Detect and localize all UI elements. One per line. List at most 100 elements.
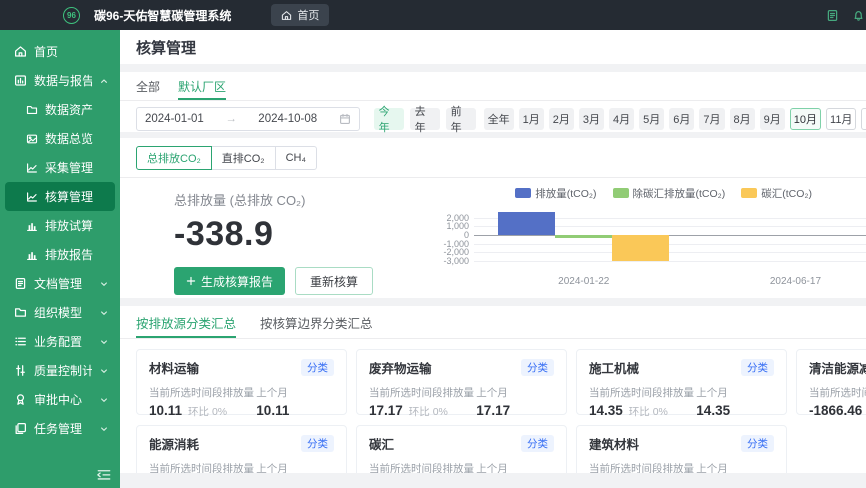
folder-icon	[14, 306, 27, 319]
chart-bar-series-2	[612, 235, 669, 261]
lineChart-icon	[26, 191, 38, 203]
summary-card: 施工机械分类当前所选时间段排放量14.35环比 0%上个月14.35	[576, 349, 787, 415]
mom-value: 0%	[653, 406, 668, 418]
legend-item-0[interactable]: 排放量(tCO₂)	[515, 186, 596, 201]
emission-chart: 排放量(tCO₂)除碳汇排放量(tCO₂)碳汇(tCO₂) 2,0001,000…	[434, 178, 866, 298]
sidebar-item-org-model[interactable]: 组织模型	[5, 298, 115, 327]
mom-prefix: 环比	[188, 406, 209, 418]
filter-row: 2024-01-01 → 2024-10-08 今年去年前年 全年1月2月3月4…	[120, 101, 866, 132]
sidebar-item-emission-report[interactable]: 排放报告	[5, 240, 115, 269]
last-month-metric: 上个月526.22	[696, 461, 774, 473]
page-title: 核算管理	[120, 30, 866, 64]
header-nav-home-tab[interactable]: 首页	[271, 4, 329, 26]
current-period-label: 当前所选时间段排放量	[149, 385, 256, 400]
month-button-6[interactable]: 6月	[669, 108, 694, 130]
month-button-5[interactable]: 5月	[639, 108, 664, 130]
sidebar-item-business-config[interactable]: 业务配置	[5, 327, 115, 356]
legend-item-1[interactable]: 除碳汇排放量(tCO₂)	[613, 186, 726, 201]
date-start-value: 2024-01-01	[145, 113, 204, 125]
sidebar-item-label: 质量控制计划	[34, 362, 92, 379]
month-button-11[interactable]: 11月	[826, 108, 856, 130]
chevron-up-icon	[99, 76, 109, 86]
top-header: 96 碳96-天佑智慧碳管理系统 首页	[0, 0, 866, 30]
chevron-down-icon	[99, 424, 109, 434]
sidebar-item-task-mgmt[interactable]: 任务管理	[5, 414, 115, 443]
category-badge: 分类	[741, 435, 774, 452]
summary-card: 材料运输分类当前所选时间段排放量10.11环比 0%上个月10.11	[136, 349, 347, 415]
summary-card-metrics: 当前所选时间段排放量10.11环比 0%上个月10.11	[149, 385, 334, 419]
legend-label: 碳汇(tCO₂)	[761, 186, 812, 201]
sidebar-item-data-overview[interactable]: 数据总览	[5, 124, 115, 153]
sidebar-item-label: 文档管理	[34, 275, 82, 292]
category-badge: 分类	[301, 359, 334, 376]
month-button-8[interactable]: 8月	[730, 108, 755, 130]
emission-tab-direct-co2[interactable]: 直排CO₂	[211, 146, 276, 170]
summary-card-header: 施工机械分类	[589, 358, 774, 377]
sidebar-item-data-assets[interactable]: 数据资产	[5, 95, 115, 124]
current-period-label: 当前所选时间段排放量	[149, 461, 256, 473]
current-period-metric: 当前所选时间段排放量-1866.46环比 0%	[809, 385, 866, 419]
accounting-panel: 总排放CO₂直排CO₂CH₄ 总排放量 (总排放 CO₂) -338.9 生成核…	[120, 138, 866, 298]
sidebar-item-label: 首页	[34, 43, 58, 60]
month-button-7[interactable]: 7月	[699, 108, 724, 130]
recalculate-button[interactable]: 重新核算	[295, 267, 373, 295]
overview-icon	[26, 133, 38, 145]
month-button-all[interactable]: 全年	[484, 108, 514, 130]
summary-card-title: 碳汇	[369, 434, 394, 453]
chevron-down-icon	[99, 279, 109, 289]
scope-tab-default-plant[interactable]: 默认厂区	[178, 72, 226, 100]
sidebar-item-doc-mgmt[interactable]: 文档管理	[5, 269, 115, 298]
month-button-12[interactable]: 12月	[861, 108, 866, 130]
summary-card-title: 建筑材料	[589, 434, 639, 453]
emission-tab-ch4[interactable]: CH₄	[275, 146, 317, 170]
summary-card-title: 施工机械	[589, 358, 639, 377]
legend-item-2[interactable]: 碳汇(tCO₂)	[741, 186, 812, 201]
gridline	[474, 261, 866, 262]
month-button-3[interactable]: 3月	[579, 108, 604, 130]
mom-change: 环比 0%	[629, 404, 668, 419]
current-period-metric: 当前所选时间段排放量-1144.61环比 0%	[369, 461, 476, 473]
sidebar-item-label: 核算管理	[45, 188, 93, 205]
period-button-last-year[interactable]: 去年	[410, 108, 440, 130]
category-badge: 分类	[301, 435, 334, 452]
period-button-this-year[interactable]: 今年	[374, 108, 404, 130]
current-period-value-row: 10.11环比 0%	[149, 403, 256, 419]
summary-card-title: 材料运输	[149, 358, 199, 377]
app-title: 碳96-天佑智慧碳管理系统	[94, 7, 231, 24]
bell-icon[interactable]	[852, 9, 865, 22]
emission-tab-total-co2[interactable]: 总排放CO₂	[136, 146, 212, 170]
sidebar-item-collection-mgmt[interactable]: 采集管理	[5, 153, 115, 182]
summary-card-metrics: 当前所选时间段排放量526.22环比 0%上个月526.22	[589, 461, 774, 473]
generate-report-button[interactable]: 生成核算报告	[174, 267, 285, 295]
month-button-2[interactable]: 2月	[549, 108, 574, 130]
summary-tab-by-source[interactable]: 按排放源分类汇总	[136, 306, 236, 338]
summary-card: 清洁能源减排分类当前所选时间段排放量-1866.46环比 0%上个月	[796, 349, 866, 415]
category-badge: 分类	[521, 359, 554, 376]
summary-card-header: 能源消耗分类	[149, 434, 334, 453]
summary-card-metrics: 当前所选时间段排放量17.17环比 0%上个月17.17	[369, 385, 554, 419]
current-period-value-row: 17.17环比 0%	[369, 403, 476, 419]
month-button-10[interactable]: 10月	[790, 108, 821, 130]
sidebar-item-emission-trial[interactable]: 排放试算	[5, 211, 115, 240]
summary-tab-by-boundary[interactable]: 按核算边界分类汇总	[260, 306, 373, 338]
sidebar-item-data-and-reports[interactable]: 数据与报告	[5, 66, 115, 95]
month-button-9[interactable]: 9月	[760, 108, 785, 130]
sidebar-item-home[interactable]: 首页	[5, 37, 115, 66]
month-button-1[interactable]: 1月	[519, 108, 544, 130]
sidebar-collapse-button[interactable]	[96, 468, 112, 482]
sidebar-item-approval-center[interactable]: 审批中心	[5, 385, 115, 414]
scope-tab-all[interactable]: 全部	[136, 72, 160, 100]
summary-card-header: 碳汇分类	[369, 434, 554, 453]
month-button-4[interactable]: 4月	[609, 108, 634, 130]
home-icon	[281, 10, 292, 21]
period-button-two-years-ago[interactable]: 前年	[446, 108, 476, 130]
sidebar-item-accounting-mgmt[interactable]: 核算管理	[5, 182, 115, 211]
home-icon	[14, 45, 27, 58]
sidebar-item-quality-plan[interactable]: 质量控制计划	[5, 356, 115, 385]
mom-prefix: 环比	[629, 406, 650, 418]
document-icon[interactable]	[826, 9, 839, 22]
chevron-down-icon	[99, 366, 109, 376]
calendar-icon	[339, 113, 351, 125]
list-icon	[14, 335, 27, 348]
date-range-input[interactable]: 2024-01-01 → 2024-10-08	[136, 107, 360, 131]
